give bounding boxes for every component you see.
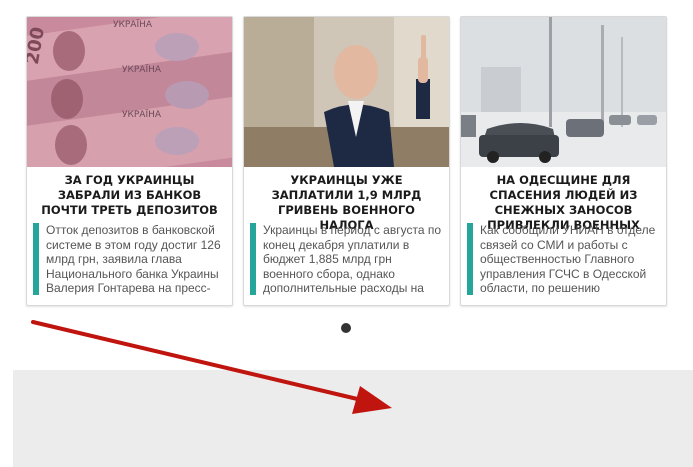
red-arrow-icon bbox=[31, 320, 392, 414]
